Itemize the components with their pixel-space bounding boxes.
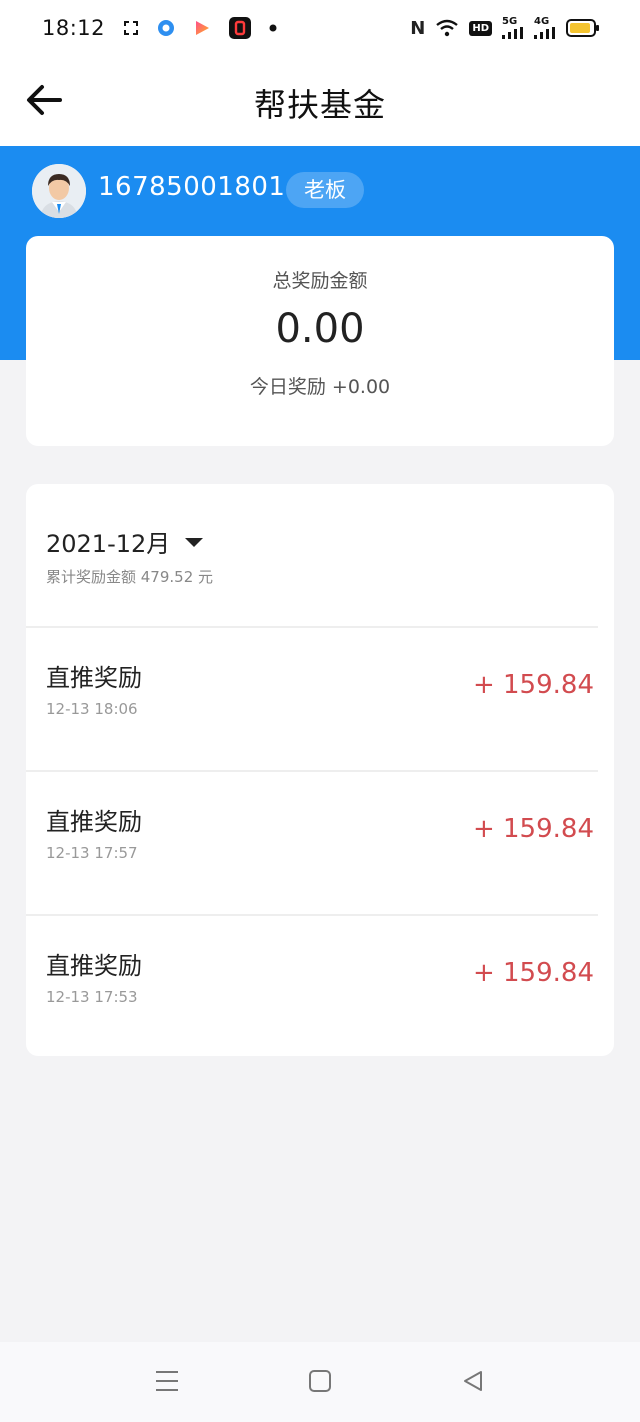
home-square-icon [308,1369,332,1397]
record-row[interactable]: 直推奖励 12-13 18:06 + 159.84 [26,628,614,772]
user-avatar-icon [32,164,86,218]
record-row[interactable]: 直推奖励 12-13 17:57 + 159.84 [26,772,614,916]
menu-icon [154,1369,180,1397]
record-time: 12-13 17:53 [46,988,138,1006]
record-amount: + 159.84 [472,814,594,844]
status-time: 18:12 [42,16,106,40]
record-time: 12-13 17:57 [46,844,138,862]
status-right-icons: N HD 5G 4G [410,17,600,39]
record-title: 直推奖励 [46,952,142,980]
status-bar: 18:12 N HD 5G 4G [0,0,640,56]
menu-button[interactable] [152,1368,182,1398]
record-title: 直推奖励 [46,808,142,836]
browser-icon [157,19,175,37]
user-phone: 16785001801 [98,172,286,202]
record-row[interactable]: 直推奖励 12-13 17:53 + 159.84 [26,916,614,1060]
notification-dot-icon [269,24,277,32]
video-app-icon [193,19,211,37]
signal-5g-icon: 5G [502,17,524,39]
avatar[interactable] [32,164,86,218]
total-reward-card: 总奖励金额 0.00 今日奖励 +0.00 [26,236,614,446]
role-badge: 老板 [286,172,364,208]
month-label: 2021-12月 [46,530,171,558]
record-amount: + 159.84 [472,958,594,988]
back-triangle-icon [461,1369,485,1397]
app-icon [229,17,252,39]
today-reward: 今日奖励 +0.00 [249,376,391,398]
hd-icon: HD [469,20,492,36]
caret-down-icon [184,536,204,548]
month-total: 累计奖励金额 479.52 元 [46,568,214,586]
net-5g-label: 5G [502,16,518,27]
battery-icon [566,19,600,37]
nav-bar: 帮扶基金 [0,56,640,146]
signal-4g-icon: 4G [534,17,556,39]
system-nav-bar [0,1342,640,1422]
back-nav-button[interactable] [458,1368,488,1398]
records-card: 2021-12月 累计奖励金额 479.52 元 直推奖励 12-13 18:0… [26,484,614,1056]
month-selector[interactable]: 2021-12月 [46,524,204,559]
net-4g-label: 4G [534,16,550,27]
record-title: 直推奖励 [46,664,142,692]
record-amount: + 159.84 [472,670,594,700]
record-time: 12-13 18:06 [46,700,138,718]
screenshot-icon [123,20,139,36]
nfc-icon: N [410,17,426,39]
total-reward-label: 总奖励金额 [272,270,368,292]
wifi-icon [435,19,459,37]
page-title: 帮扶基金 [253,86,386,124]
home-button[interactable] [305,1368,335,1398]
total-reward-value: 0.00 [275,306,365,352]
status-left-icons [123,17,277,39]
